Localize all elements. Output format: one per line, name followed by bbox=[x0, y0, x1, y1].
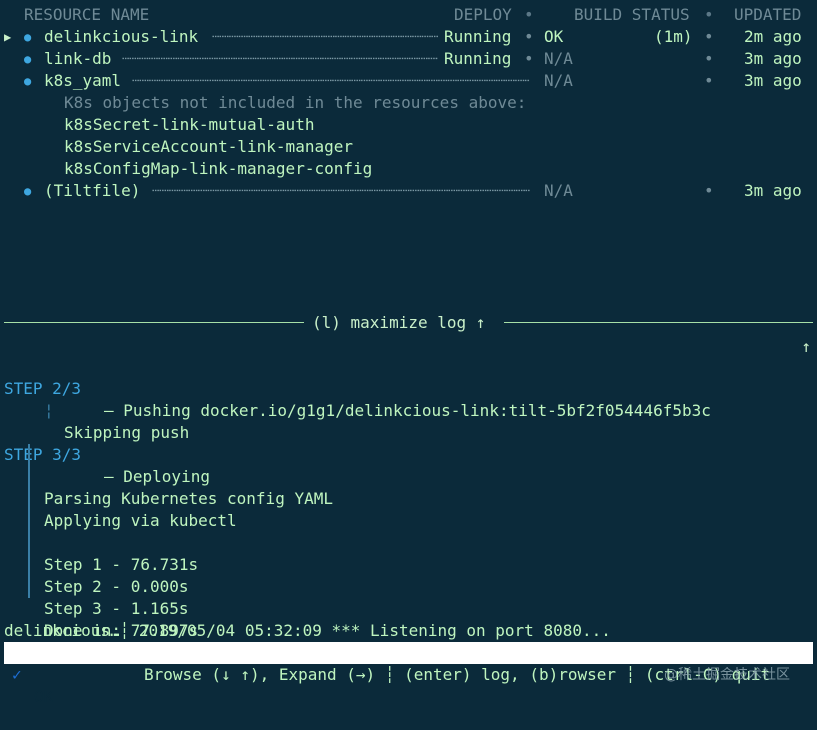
col-resource-name: RESOURCE NAME bbox=[24, 5, 150, 24]
log-step-line: STEP 2/3 — Pushing docker.io/g1g1/delink… bbox=[0, 356, 817, 420]
leader-line: ┈┈┈┈┈┈┈┈┈┈┈┈┈┈┈┈┈┈┈┈┈┈┈┈┈┈┈┈┈┈┈┈┈┈┈┈┈ bbox=[212, 27, 438, 46]
build-status: OK bbox=[544, 27, 564, 46]
status-bullet-icon: ● bbox=[24, 184, 32, 198]
leader-line: ┈┈┈┈┈┈┈┈┈┈┈┈┈┈┈┈┈┈┈┈┈┈┈┈┈┈┈┈┈┈┈┈┈┈┈┈┈┈┈┈… bbox=[122, 49, 438, 68]
k8s-object-item: k8sServiceAccount-link-manager bbox=[64, 137, 353, 156]
resource-status-line: delinkcious…┆ 2019/05/04 05:32:09 *** Li… bbox=[0, 620, 817, 642]
ok-status-bar: ✓ OK bbox=[4, 642, 813, 706]
separator-line bbox=[504, 322, 813, 323]
log-bar bbox=[28, 554, 30, 576]
col-separator-dot: • bbox=[704, 5, 714, 24]
resource-row-tiltfile[interactable]: ● (Tiltfile) ┈┈┈┈┈┈┈┈┈┈┈┈┈┈┈┈┈┈┈┈┈┈┈┈┈┈┈… bbox=[0, 180, 817, 202]
log-separator[interactable]: (l) maximize log ↑ bbox=[0, 312, 817, 334]
leader-line: ┈┈┈┈┈┈┈┈┈┈┈┈┈┈┈┈┈┈┈┈┈┈┈┈┈┈┈┈┈┈┈┈┈┈┈┈┈┈┈┈… bbox=[132, 71, 530, 90]
log-bar bbox=[28, 532, 30, 554]
log-sub-line: Step 1 - 76.731s bbox=[0, 510, 817, 574]
k8s-object-row: k8sConfigMap-link-manager-config bbox=[0, 158, 817, 180]
build-status: N/A bbox=[544, 49, 573, 68]
col-deploy: DEPLOY bbox=[454, 5, 512, 24]
status-bullet-icon: ● bbox=[24, 52, 32, 66]
resource-row-k8s-yaml[interactable]: ● k8s_yaml ┈┈┈┈┈┈┈┈┈┈┈┈┈┈┈┈┈┈┈┈┈┈┈┈┈┈┈┈┈… bbox=[0, 70, 817, 92]
updated-time: 3m ago bbox=[744, 49, 802, 68]
log-sub-line bbox=[0, 488, 817, 510]
col-separator-dot: • bbox=[704, 181, 714, 200]
resource-name: delinkcious-link bbox=[44, 27, 199, 46]
build-status: N/A bbox=[544, 181, 573, 200]
log-sub-line: Applying via kubectl bbox=[0, 466, 817, 530]
resource-name: (Tiltfile) bbox=[44, 181, 141, 200]
terminal-window: RESOURCE NAME DEPLOY • BUILD STATUS • UP… bbox=[0, 0, 817, 706]
status-line-text: delinkcious…┆ 2019/05/04 05:32:09 *** Li… bbox=[4, 621, 611, 640]
resource-row-link-db[interactable]: ● link-db ┈┈┈┈┈┈┈┈┈┈┈┈┈┈┈┈┈┈┈┈┈┈┈┈┈┈┈┈┈┈… bbox=[0, 48, 817, 70]
log-bar bbox=[28, 510, 30, 532]
log-sub-line: Step 3 - 1.165s bbox=[0, 554, 817, 618]
k8s-object-row: k8sSecret-link-mutual-auth bbox=[0, 114, 817, 136]
scroll-up-arrow-icon[interactable]: ↑ bbox=[801, 336, 811, 358]
col-separator-dot: • bbox=[524, 49, 534, 68]
resource-row-delinkcious-link[interactable]: ▶ ● delinkcious-link ┈┈┈┈┈┈┈┈┈┈┈┈┈┈┈┈┈┈┈… bbox=[0, 26, 817, 48]
status-bullet-icon: ● bbox=[24, 30, 32, 44]
log-bar bbox=[28, 444, 30, 466]
status-bullet-icon: ● bbox=[24, 74, 32, 88]
leader-line: ┈┈┈┈┈┈┈┈┈┈┈┈┈┈┈┈┈┈┈┈┈┈┈┈┈┈┈┈┈┈┈┈┈┈┈┈┈┈┈┈… bbox=[152, 181, 530, 200]
col-separator-dot: • bbox=[704, 71, 714, 90]
log-sub-line: Done in: 77.897s bbox=[0, 576, 817, 640]
deploy-status: Running bbox=[444, 27, 512, 46]
log-step-line: STEP 3/3 — Deploying bbox=[0, 422, 817, 486]
k8s-object-row: k8sServiceAccount-link-manager bbox=[0, 136, 817, 158]
resource-name: k8s_yaml bbox=[44, 71, 122, 90]
timing-line: Step 3 - 1.165s bbox=[44, 599, 189, 618]
resource-name: link-db bbox=[44, 49, 112, 68]
k8s-objects-heading: K8s objects not included in the resource… bbox=[64, 93, 527, 112]
build-status: N/A bbox=[544, 71, 573, 90]
col-updated: UPDATED bbox=[734, 5, 802, 24]
selected-row-arrow-icon: ▶ bbox=[4, 30, 12, 44]
maximize-log-toggle[interactable]: (l) maximize log ↑ bbox=[312, 312, 485, 334]
k8s-objects-heading-row: K8s objects not included in the resource… bbox=[0, 92, 817, 114]
log-bar bbox=[28, 488, 30, 510]
build-duration: (1m) bbox=[654, 27, 693, 46]
log-sub-line: Step 2 - 0.000s bbox=[0, 532, 817, 596]
k8s-object-item: k8sConfigMap-link-manager-config bbox=[64, 159, 373, 178]
col-separator-dot: • bbox=[704, 27, 714, 46]
k8s-object-item: k8sSecret-link-mutual-auth bbox=[64, 115, 315, 134]
col-separator-dot: • bbox=[524, 5, 534, 24]
log-blank-line bbox=[0, 400, 817, 422]
log-bar bbox=[28, 576, 30, 598]
log-bar bbox=[28, 466, 30, 488]
col-build-status: BUILD STATUS bbox=[574, 5, 690, 24]
updated-time: 3m ago bbox=[744, 181, 802, 200]
build-log-pane: STEP 2/3 — Pushing docker.io/g1g1/delink… bbox=[0, 356, 817, 640]
resource-table-header: RESOURCE NAME DEPLOY • BUILD STATUS • UP… bbox=[0, 4, 817, 26]
log-sub-line: ¦ Skipping push bbox=[0, 378, 817, 442]
separator-line bbox=[4, 322, 304, 323]
updated-time: 3m ago bbox=[744, 71, 802, 90]
updated-time: 2m ago bbox=[744, 27, 802, 46]
deploy-status: Running bbox=[444, 49, 512, 68]
watermark: @稀土掘金技术社区 bbox=[664, 667, 790, 683]
resource-list: ▶ ● delinkcious-link ┈┈┈┈┈┈┈┈┈┈┈┈┈┈┈┈┈┈┈… bbox=[0, 26, 817, 202]
col-separator-dot: • bbox=[524, 27, 534, 46]
col-separator-dot: • bbox=[704, 49, 714, 68]
log-sub-line: Parsing Kubernetes config YAML bbox=[0, 444, 817, 508]
